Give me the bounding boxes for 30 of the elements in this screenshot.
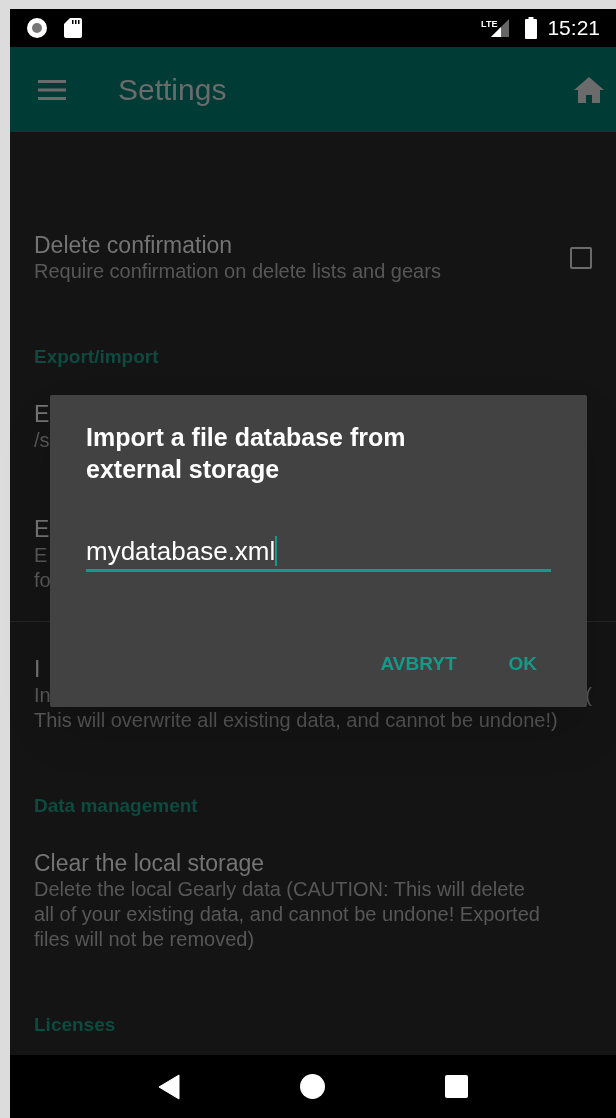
clock-time: 15:21	[547, 15, 600, 42]
setting-title: E	[34, 515, 50, 543]
checkbox[interactable]	[570, 246, 592, 269]
dialog-button[interactable]: OK	[508, 650, 537, 679]
network-label: LTE	[481, 20, 498, 29]
setting-summary: Require confirmation on delete lists and gears	[34, 259, 441, 284]
sd-card-icon	[64, 17, 82, 39]
back-icon[interactable]	[158, 1073, 180, 1100]
setting-summary: E	[34, 543, 48, 568]
setting-summary: /s	[34, 428, 50, 453]
setting-summary: This will overwrite all existing data, and cannot be undone!)	[34, 708, 558, 733]
setting-title: E	[34, 400, 50, 428]
setting-summary: fo	[34, 568, 51, 593]
menu-icon[interactable]	[38, 79, 66, 100]
dialog-button[interactable]: AVBRYT	[380, 650, 457, 679]
battery-icon	[525, 17, 538, 39]
app-title: Settings	[118, 72, 228, 108]
setting-summary: all of your existing data, and cannot be undone! Exported	[34, 902, 540, 927]
setting-title: I	[34, 655, 41, 683]
setting-summary: files will not be removed)	[34, 927, 255, 952]
setting-summary: In	[34, 683, 51, 708]
setting-title: Delete confirmation	[34, 231, 233, 259]
record-icon	[26, 17, 48, 39]
file-name-field[interactable]: mydatabase.xml	[86, 535, 551, 572]
setting-summary: (	[585, 683, 592, 708]
dialog-title: Import a file database from external storage	[86, 422, 407, 485]
home-circle-icon[interactable]	[300, 1074, 325, 1099]
home-icon[interactable]	[574, 76, 604, 103]
setting-summary: Delete the local Gearly data (CAUTION: This will delete	[34, 877, 525, 902]
setting-title: Clear the local storage	[34, 849, 265, 877]
